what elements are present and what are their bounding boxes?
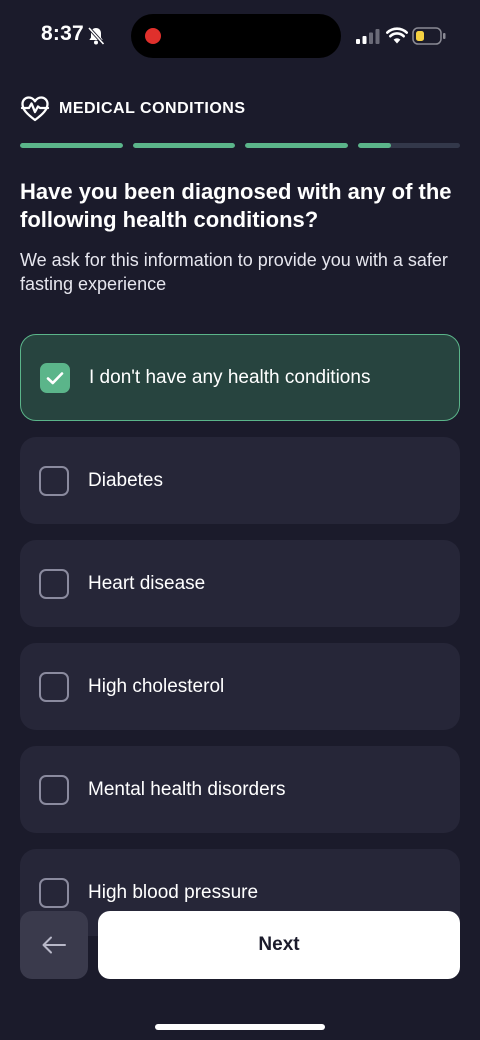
progress-segment bbox=[132, 143, 235, 148]
option-label: Heart disease bbox=[88, 572, 206, 594]
checkmark-icon bbox=[46, 371, 64, 384]
condition-option[interactable]: Diabetes bbox=[20, 437, 460, 524]
progress-bar bbox=[20, 143, 460, 148]
condition-option[interactable]: Mental health disorders bbox=[20, 746, 460, 833]
condition-option[interactable]: High cholesterol bbox=[20, 643, 460, 730]
option-label: I don't have any health conditions bbox=[89, 366, 371, 388]
option-label: Diabetes bbox=[88, 469, 163, 491]
question-title: Have you been diagnosed with any of the … bbox=[20, 179, 452, 232]
dynamic-island bbox=[131, 14, 341, 58]
checkbox[interactable] bbox=[39, 774, 69, 805]
back-button[interactable] bbox=[20, 911, 88, 979]
cellular-signal-icon bbox=[356, 29, 380, 44]
checkbox-checked[interactable] bbox=[40, 362, 70, 393]
status-bar: 8:37 bbox=[0, 0, 480, 72]
progress-segment-fill bbox=[132, 143, 235, 148]
wifi-icon bbox=[386, 27, 408, 44]
heartbeat-icon bbox=[20, 96, 50, 122]
arrow-left-icon bbox=[42, 936, 66, 954]
next-button[interactable]: Next bbox=[98, 911, 460, 979]
section-title: MEDICAL CONDITIONS bbox=[59, 100, 246, 117]
progress-segment bbox=[245, 143, 348, 148]
checkbox[interactable] bbox=[39, 671, 69, 702]
recording-dot-icon bbox=[145, 28, 161, 44]
checkbox[interactable] bbox=[39, 877, 69, 908]
option-label: High cholesterol bbox=[88, 675, 225, 697]
progress-segment bbox=[357, 143, 460, 148]
option-label: Mental health disorders bbox=[88, 778, 286, 800]
condition-option[interactable]: Heart disease bbox=[20, 540, 460, 627]
status-time: 8:37 bbox=[41, 22, 84, 45]
progress-segment-fill bbox=[357, 143, 392, 148]
option-label: High blood pressure bbox=[88, 881, 259, 903]
question-subtitle: We ask for this information to provide y… bbox=[20, 250, 448, 294]
condition-option[interactable]: I don't have any health conditions bbox=[20, 334, 460, 421]
battery-low-icon bbox=[412, 27, 446, 45]
checkbox[interactable] bbox=[39, 465, 69, 496]
progress-segment-fill bbox=[20, 143, 123, 148]
section-header: MEDICAL CONDITIONS bbox=[20, 94, 245, 124]
progress-segment bbox=[20, 143, 123, 148]
bell-slash-icon bbox=[87, 26, 105, 46]
home-indicator bbox=[155, 1024, 325, 1030]
progress-segment-fill bbox=[245, 143, 348, 148]
screen: 8:37 MEDICAL CONDITIONS Have you been di… bbox=[0, 0, 480, 1040]
checkbox[interactable] bbox=[39, 568, 69, 599]
options-list: I don't have any health conditions Diabet… bbox=[20, 334, 460, 952]
